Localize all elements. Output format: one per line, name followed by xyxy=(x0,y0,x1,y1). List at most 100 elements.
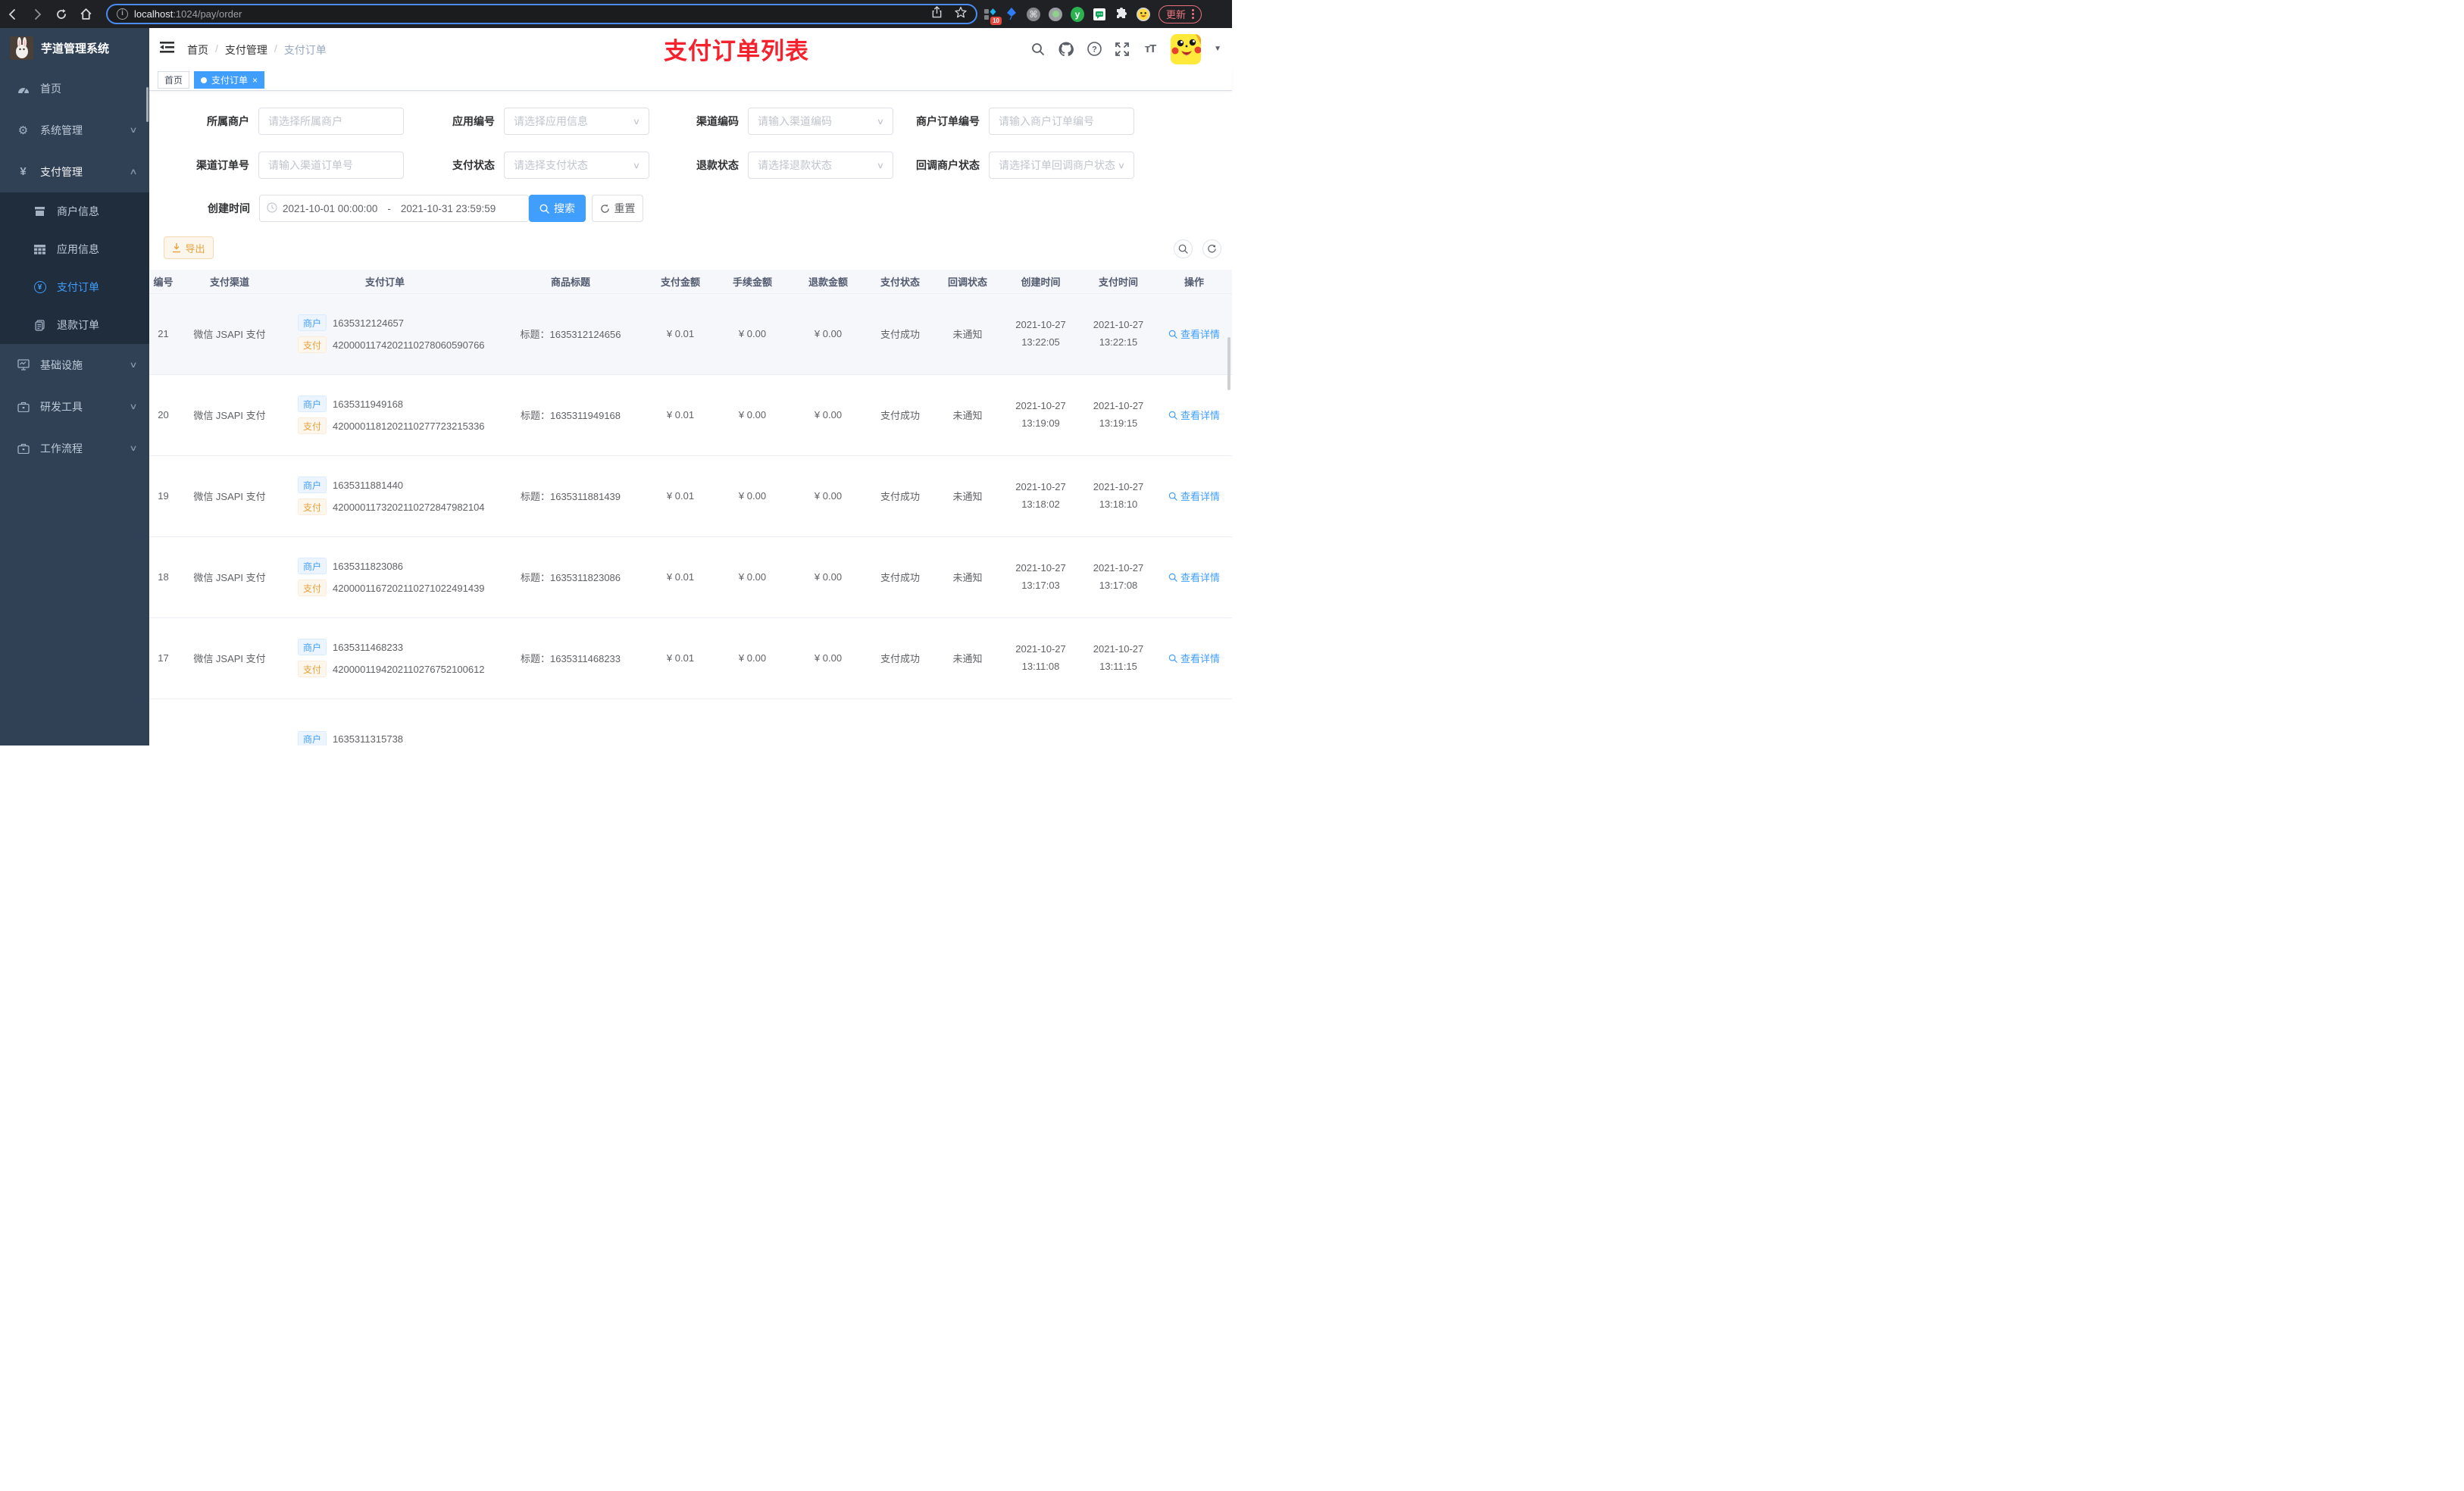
app-select[interactable]: 请选择应用信息 ∨ xyxy=(504,108,649,135)
browser-reload-icon[interactable] xyxy=(55,8,68,21)
bookmark-star-icon[interactable] xyxy=(955,6,967,22)
table-row[interactable]: 17 微信 JSAPI 支付 商户 1635311468233 支付 42000… xyxy=(149,617,1232,699)
view-detail-link[interactable]: 查看详情 xyxy=(1168,570,1220,584)
refund-status-select[interactable]: 请选择退款状态 ∨ xyxy=(748,152,893,179)
browser-home-icon[interactable] xyxy=(79,8,92,21)
tab-home[interactable]: 首页 xyxy=(158,71,190,89)
fee-cell: ¥ 0.00 xyxy=(714,536,790,618)
app-header: 首页 / 支付管理 / 支付订单 支付订单列表 ? тT ▼ xyxy=(149,28,1232,70)
pay-tag: 支付 xyxy=(298,580,327,596)
extension-pieces-icon[interactable]: 10 xyxy=(983,8,1002,25)
extension-kite-icon[interactable] xyxy=(1005,8,1018,21)
sidebar-item-workflow[interactable]: 工作流程 ∨ xyxy=(0,427,149,469)
toggle-search-button[interactable] xyxy=(1174,239,1193,258)
title-cell: 标题：1635311823086 xyxy=(495,536,646,618)
reset-button[interactable]: 重置 xyxy=(592,195,643,222)
svg-text:?: ? xyxy=(1092,45,1097,55)
font-size-icon[interactable]: тT xyxy=(1143,42,1158,57)
search-icon[interactable] xyxy=(1030,42,1046,57)
channel-code-select[interactable]: 请输入渠道编码 ∨ xyxy=(748,108,893,135)
chevron-up-icon: ∧ xyxy=(129,167,138,177)
table-row[interactable]: 19 微信 JSAPI 支付 商户 1635311881440 支付 42000… xyxy=(149,455,1232,537)
sidebar-scrollbar[interactable] xyxy=(146,87,149,122)
yen-circle-icon: ¥ xyxy=(33,281,46,293)
browser-forward-icon[interactable] xyxy=(30,8,44,21)
sidebar-collapse-icon[interactable] xyxy=(160,41,174,55)
breadcrumb-payment[interactable]: 支付管理 xyxy=(225,42,267,58)
extension-y-icon[interactable]: y xyxy=(1071,6,1084,22)
sidebar-item-merchant-info[interactable]: 商户信息 xyxy=(0,192,149,230)
view-detail-link[interactable]: 查看详情 xyxy=(1168,408,1220,422)
avatar-caret-icon[interactable]: ▼ xyxy=(1214,45,1221,53)
sidebar-item-payment[interactable]: ¥ 支付管理 ∧ xyxy=(0,151,149,192)
fullscreen-icon[interactable] xyxy=(1115,42,1130,57)
table-row[interactable]: 20 微信 JSAPI 支付 商户 1635311949168 支付 42000… xyxy=(149,374,1232,456)
extensions-puzzle-icon[interactable] xyxy=(1115,8,1128,21)
github-icon[interactable] xyxy=(1058,42,1074,57)
address-bar[interactable]: i localhost:1024/pay/order xyxy=(106,4,977,24)
pay-order-cell: 商户 1635311949168 支付 42000011812021102777… xyxy=(275,374,495,456)
channel-order-no-input[interactable]: 请输入渠道订单号 xyxy=(258,152,404,179)
pay-time-cell: 2021-10-27 13:18:10 xyxy=(1080,455,1156,537)
sidebar-item-label: 商户信息 xyxy=(57,205,99,217)
sidebar-item-app-info[interactable]: 应用信息 xyxy=(0,230,149,268)
pay-status-select[interactable]: 请选择支付状态 ∨ xyxy=(504,152,649,179)
refund-cell: ¥ 0.00 xyxy=(790,374,866,456)
payment-submenu: 商户信息 应用信息 ¥ 支付订单 退款订单 xyxy=(0,192,149,344)
page-scrollbar[interactable] xyxy=(1227,337,1230,390)
pay-tag: 支付 xyxy=(298,336,327,353)
amount-cell: ¥ 0.01 xyxy=(646,617,714,699)
search-button[interactable]: 搜索 xyxy=(529,195,586,222)
pay-time-cell: 2021-10-27 13:17:08 xyxy=(1080,536,1156,618)
view-detail-link[interactable]: 查看详情 xyxy=(1168,327,1220,341)
table-header: 编号 支付渠道 支付订单 商品标题 支付金额 手续金额 退款金额 支付状态 回调… xyxy=(149,270,1232,294)
fee-cell: ¥ 0.00 xyxy=(714,617,790,699)
filter-row-3: 创建时间 2021-10-01 00:00:00 - 2021-10-31 23… xyxy=(149,195,1232,222)
merchant-tag: 商户 xyxy=(298,730,327,746)
breadcrumb-home[interactable]: 首页 xyxy=(187,42,208,58)
extension-emoji-icon[interactable] xyxy=(1137,7,1150,21)
extension-dot-icon[interactable] xyxy=(1049,7,1062,21)
pay-time-cell: 2021-10-27 13:19:15 xyxy=(1080,374,1156,456)
sidebar-item-dev-tools[interactable]: 研发工具 ∨ xyxy=(0,386,149,427)
refresh-button[interactable] xyxy=(1202,239,1221,258)
close-icon[interactable]: × xyxy=(252,76,258,85)
extension-chat-icon[interactable] xyxy=(1093,8,1106,21)
sidebar-item-infrastructure[interactable]: 基础设施 ∨ xyxy=(0,344,149,386)
merchant-tag: 商户 xyxy=(298,395,327,412)
status-cell: 支付成功 xyxy=(866,374,934,456)
browser-update-button[interactable]: 更新 xyxy=(1159,5,1202,23)
sidebar-item-system[interactable]: ⚙ 系统管理 ∨ xyxy=(0,109,149,151)
create-time-range-picker[interactable]: 2021-10-01 00:00:00 - 2021-10-31 23:59:5… xyxy=(259,195,529,222)
date-separator: - xyxy=(387,202,391,214)
view-detail-link[interactable]: 查看详情 xyxy=(1168,489,1220,503)
fee-cell xyxy=(714,699,790,746)
extension-command-icon[interactable]: ⌘ xyxy=(1027,7,1040,21)
share-icon[interactable] xyxy=(931,5,943,22)
create-time-cell xyxy=(1001,699,1080,746)
clock-icon xyxy=(267,202,277,215)
sidebar-item-pay-order[interactable]: ¥ 支付订单 xyxy=(0,268,149,306)
view-detail-link[interactable]: 查看详情 xyxy=(1168,651,1220,665)
table-row[interactable]: 18 微信 JSAPI 支付 商户 1635311823086 支付 42000… xyxy=(149,536,1232,618)
url-path: :1024/pay/order xyxy=(173,8,242,20)
sidebar-item-home[interactable]: 首页 xyxy=(0,67,149,109)
app-logo-row: 芋道管理系统 xyxy=(0,28,149,67)
browser-menu-icon[interactable] xyxy=(1192,9,1195,19)
table-row[interactable]: 21 微信 JSAPI 支付 商户 1635312124657 支付 42000… xyxy=(149,293,1232,375)
avatar[interactable] xyxy=(1171,33,1202,64)
export-button[interactable]: 导出 xyxy=(164,236,214,259)
sidebar-item-refund-order[interactable]: 退款订单 xyxy=(0,306,149,344)
merchant-order-no-input[interactable]: 请输入商户订单编号 xyxy=(989,108,1134,135)
refund-cell: ¥ 0.00 xyxy=(790,536,866,618)
site-info-icon[interactable]: i xyxy=(117,8,128,20)
merchant-select[interactable]: 请选择所属商户 xyxy=(258,108,404,135)
sidebar-item-label: 支付订单 xyxy=(57,281,99,293)
table-row[interactable]: 商户 1635311315738 xyxy=(149,699,1232,746)
notify-status-select[interactable]: 请选择订单回调商户状态 ∨ xyxy=(989,152,1134,179)
fee-cell: ¥ 0.00 xyxy=(714,293,790,375)
tab-pay-order[interactable]: 支付订单 × xyxy=(194,71,265,89)
browser-back-icon[interactable] xyxy=(6,8,20,21)
help-icon[interactable]: ? xyxy=(1087,42,1102,57)
refund-cell: ¥ 0.00 xyxy=(790,293,866,375)
